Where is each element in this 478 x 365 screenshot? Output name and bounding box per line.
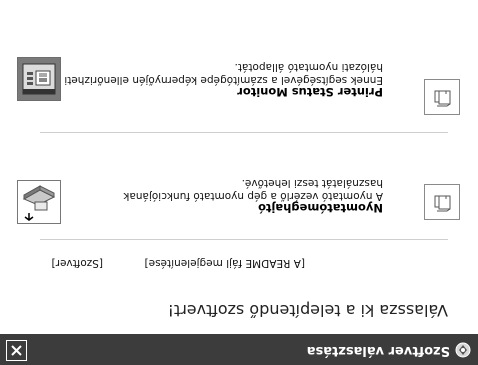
printer-thumbnail[interactable] xyxy=(17,180,61,224)
readme-link[interactable]: [A README fájl megjelenítése] xyxy=(145,257,305,269)
title-bar: Szoftver választása xyxy=(0,334,478,365)
install-button[interactable] xyxy=(424,184,460,220)
monitor-icon xyxy=(434,90,451,107)
driver-title: Nyomtatómeghajtó xyxy=(258,201,383,215)
close-icon xyxy=(11,345,22,356)
software-link[interactable]: [Szoftver] xyxy=(52,257,103,269)
divider xyxy=(40,132,448,133)
page-heading: Válassza ki a telepítendő szoftvert! xyxy=(167,301,448,320)
setup-icon xyxy=(454,341,472,359)
close-button[interactable] xyxy=(6,340,27,361)
divider xyxy=(40,239,448,240)
install-icon xyxy=(434,195,451,212)
status-monitor-thumbnail[interactable] xyxy=(17,57,61,101)
monitor-description: Ennek segítségével a számítógépe képerny… xyxy=(54,61,383,86)
setup-window: Szoftver választása Válassza ki a telepí… xyxy=(0,0,478,365)
monitor-title: Printer Status Monitor xyxy=(237,85,383,99)
driver-description: A nyomtató vezérlő a gép nyomtató funkci… xyxy=(123,177,383,202)
window-title: Szoftver választása xyxy=(306,343,450,358)
monitor-install-button[interactable] xyxy=(424,79,460,115)
